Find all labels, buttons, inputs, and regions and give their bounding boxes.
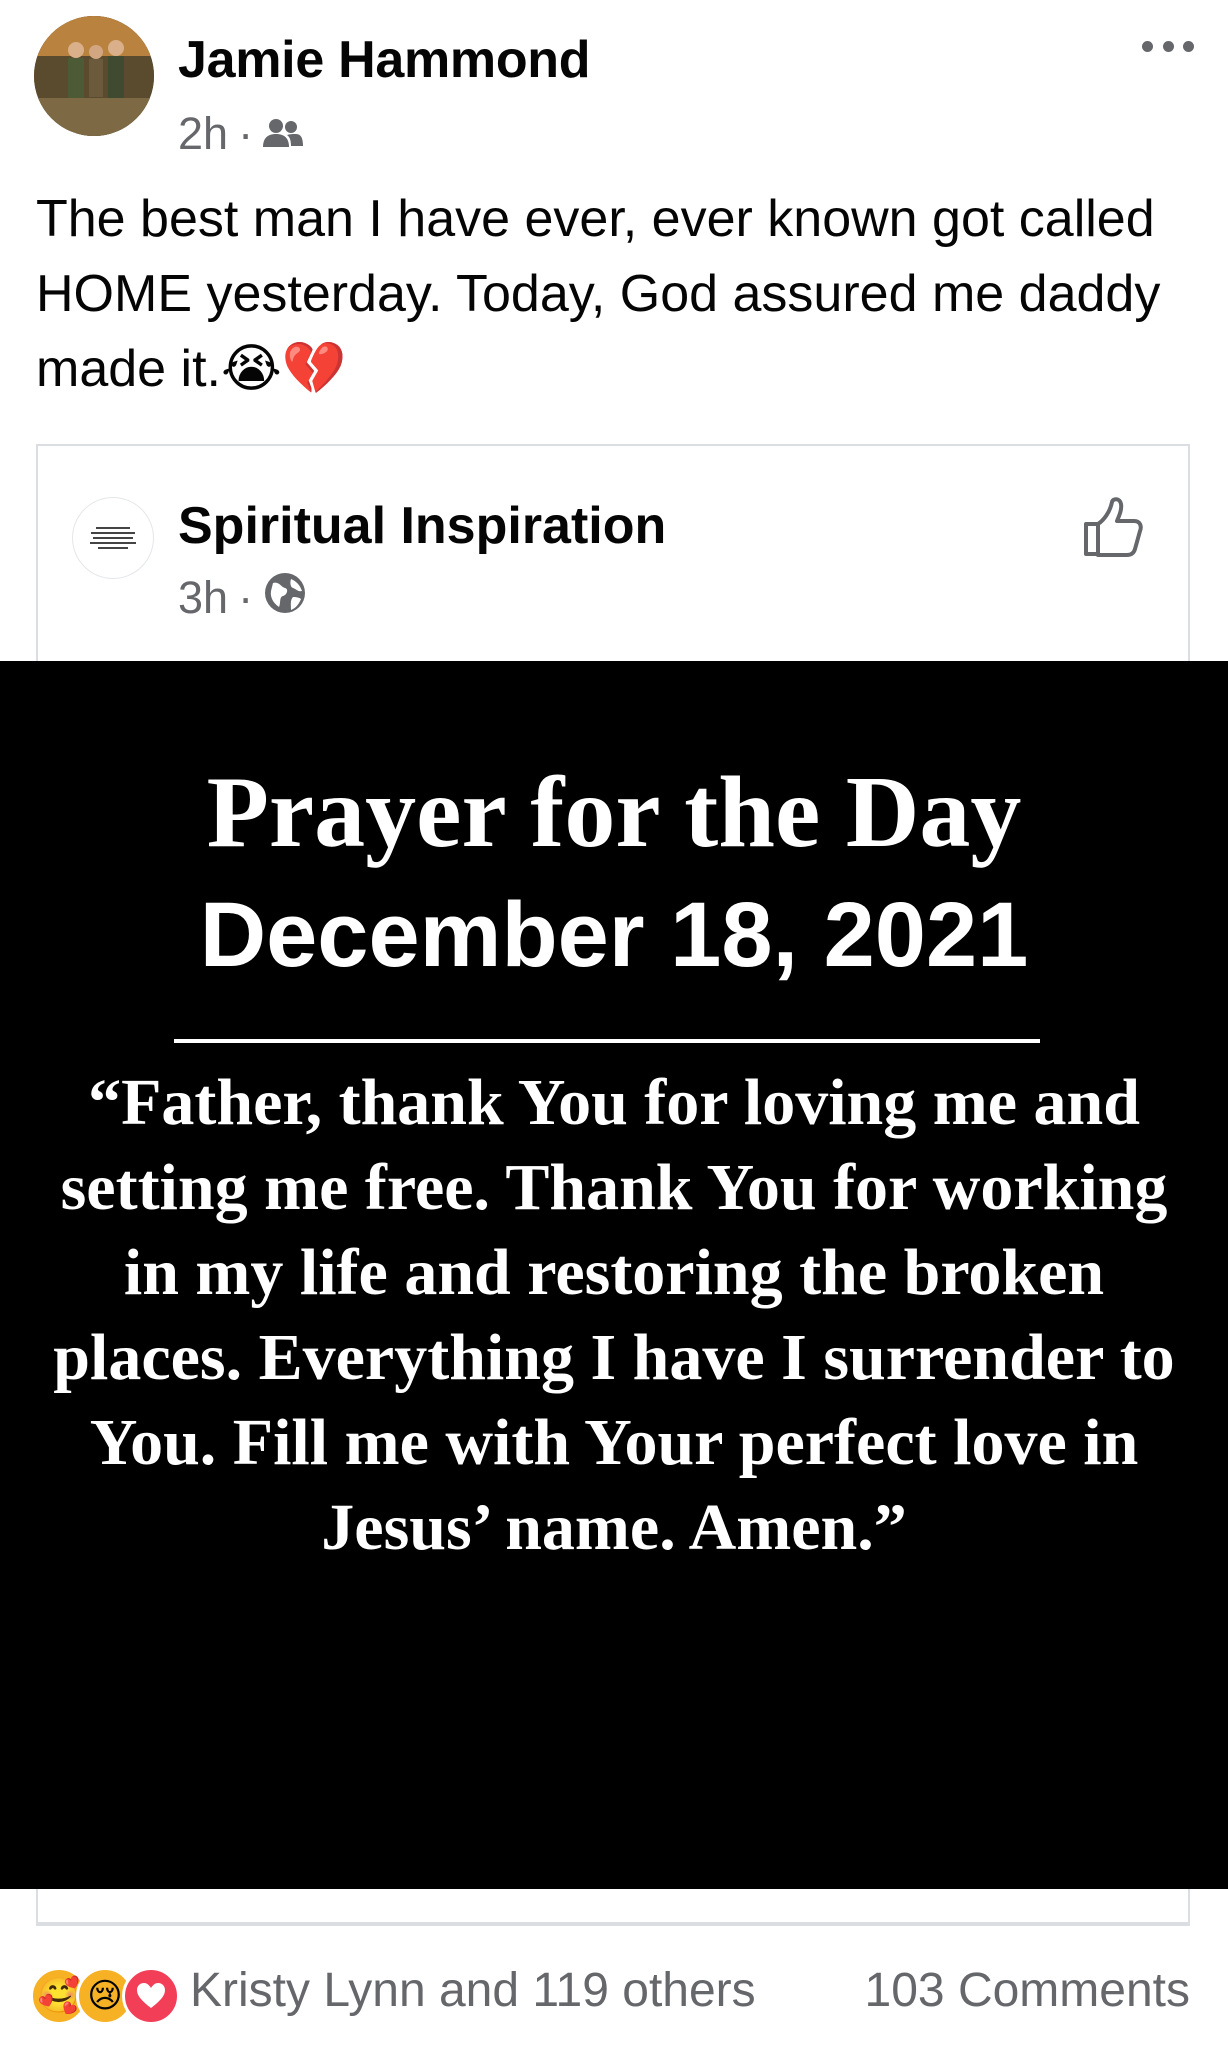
reaction-icons[interactable]: 🥰 😢	[30, 1967, 180, 2025]
love-reaction-icon	[122, 1967, 180, 2025]
post-time[interactable]: 2h	[178, 108, 228, 160]
post-text: The best man I have ever, ever known got…	[36, 182, 1206, 407]
like-page-icon[interactable]	[1080, 494, 1146, 560]
card-bottom-border	[36, 1924, 1190, 1926]
crying-emoji: 😭	[220, 340, 282, 398]
globe-icon	[263, 571, 307, 626]
post-text-body: The best man I have ever, ever known got…	[36, 190, 1161, 398]
image-divider	[174, 1039, 1040, 1043]
more-options-icon[interactable]	[1142, 34, 1194, 58]
image-prayer-text: “Father, thank You for loving me and set…	[53, 1066, 1175, 1564]
meta-separator: ·	[238, 108, 254, 159]
author-avatar[interactable]	[34, 16, 154, 136]
friends-icon	[263, 108, 304, 160]
broken-heart-emoji: 💔	[281, 340, 347, 398]
page-name[interactable]: Spiritual Inspiration	[178, 496, 666, 556]
comments-count[interactable]: 103 Comments	[848, 1963, 1190, 2018]
shared-meta: 3h ·	[178, 568, 307, 628]
image-date: December 18, 2021	[199, 884, 1029, 986]
page-avatar[interactable]	[72, 497, 154, 579]
reactor-summary[interactable]: Kristy Lynn and 119 others	[190, 1963, 756, 2018]
post-meta: 2h ·	[178, 104, 304, 164]
shared-time[interactable]: 3h	[178, 572, 228, 624]
author-name[interactable]: Jamie Hammond	[178, 30, 591, 90]
shared-separator: ·	[238, 572, 254, 623]
image-title: Prayer for the Day	[206, 756, 1022, 869]
